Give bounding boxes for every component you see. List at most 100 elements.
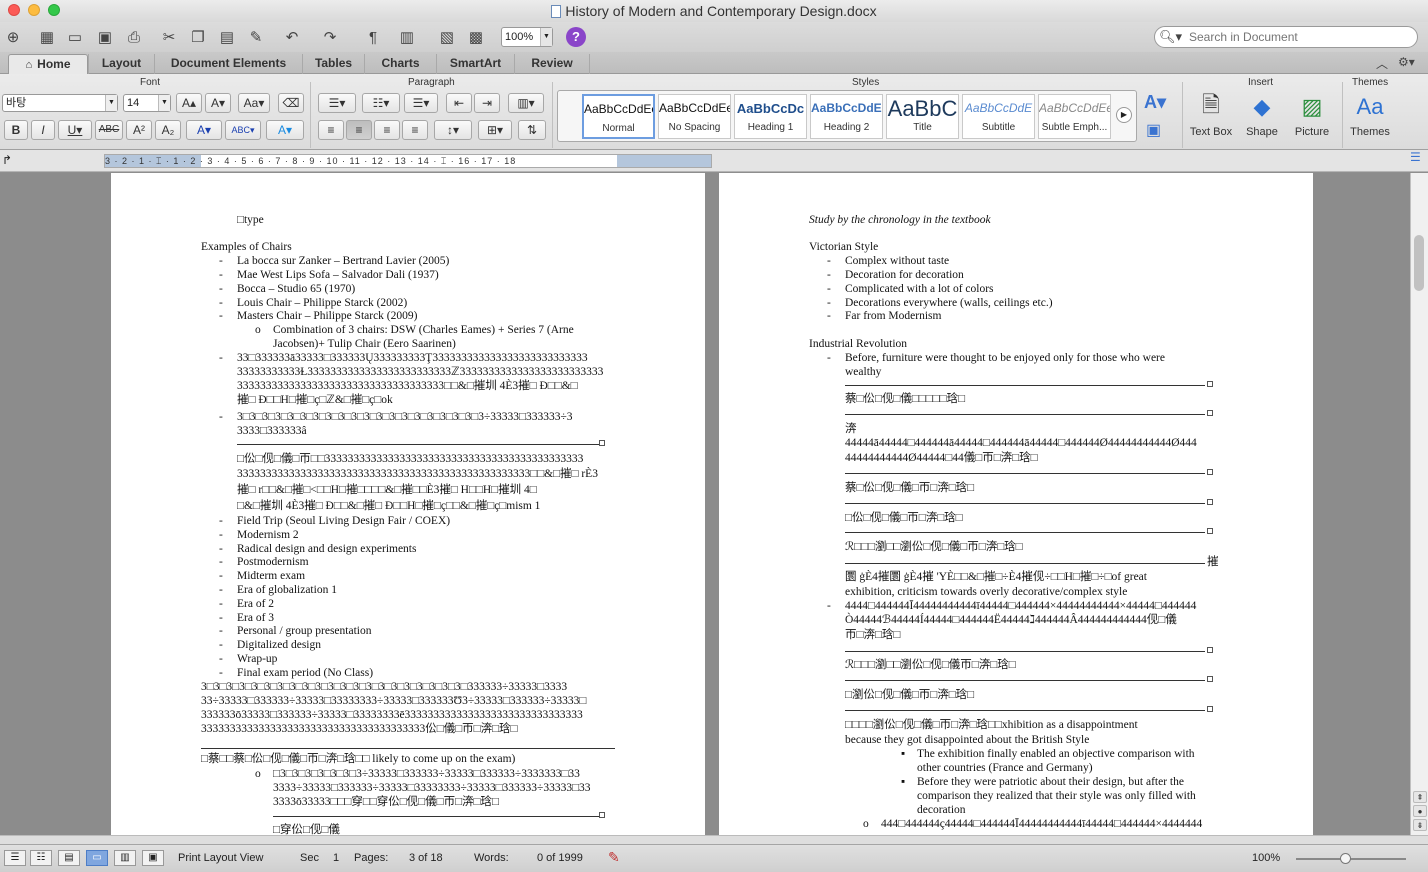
line-spacing-button[interactable]: ↕▾ [434,120,472,140]
underline-button[interactable]: U▾ [58,120,92,140]
media-browser-icon[interactable]: ▩ [465,26,487,48]
gear-icon[interactable]: ⚙▾ [1398,55,1415,69]
subscript-button[interactable]: A₂ [155,120,181,140]
horizontal-ruler[interactable]: 3 · 2 · 1 · ⌶ · 1 · 2 · 3 · 4 · 5 · 6 · … [104,154,712,168]
text-styles-icon[interactable]: A▾ [1144,92,1166,113]
text-box-button[interactable]: 🗎︎ Text Box [1188,92,1234,138]
borders-button[interactable]: ⊞▾ [478,120,512,140]
new-document-icon[interactable]: ⊕ [2,26,24,48]
tab-tables[interactable]: Tables [302,54,364,74]
italic-button[interactable]: I [31,120,55,140]
cut-icon[interactable]: ✂ [158,26,180,48]
previous-page-icon[interactable]: ⇞ [1413,791,1427,803]
group-divider [1182,82,1183,148]
clear-formatting-button[interactable]: ⌫ [278,93,304,113]
zoom-select[interactable]: 100% ▼ [501,27,553,47]
list-dash: - [219,283,223,295]
gallery-icon[interactable]: ▦ [36,26,58,48]
ruler-toggle-icon[interactable]: ☰ [1410,150,1421,164]
style-subtitle[interactable]: AaBbCcDdE Subtitle [962,94,1035,139]
help-icon[interactable]: ? [566,27,586,47]
format-painter-icon[interactable]: ✎ [245,26,267,48]
font-size-select[interactable]: 14 ▼ [123,94,171,112]
style-heading-2[interactable]: AaBbCcDdEe Heading 2 [810,94,883,139]
style-normal[interactable]: AaBbCcDdEe Normal [582,94,655,139]
view-icon[interactable]: ▧ [436,26,458,48]
sort-button[interactable]: ⇅ [518,120,546,140]
font-color-button[interactable]: A▾ [186,120,222,140]
numbering-button[interactable]: ☷▾ [362,93,400,113]
open-folder-icon[interactable]: ▭ [64,26,86,48]
zoom-slider[interactable] [1296,858,1406,860]
show-formatting-icon[interactable]: ¶ [362,26,384,48]
garbled-line: □穿伀□伣□儀 [273,824,340,835]
draft-view-button[interactable]: ☰ [4,850,26,866]
scroll-thumb[interactable] [1414,235,1424,291]
highlight-button[interactable]: ABC▾ [225,120,261,140]
redo-icon[interactable]: ↷ [319,26,341,48]
page-left[interactable]: □type Examples of Chairs - La bocca sur Z… [111,173,705,835]
list-item: Modernism 2 [237,529,299,541]
undo-icon[interactable]: ↶ [281,26,303,48]
bullets-button[interactable]: ☰▾ [318,93,356,113]
style-no-spacing[interactable]: AaBbCcDdEe No Spacing [658,94,731,139]
tab-review[interactable]: Review [514,54,590,74]
paste-icon[interactable]: ▤ [216,26,238,48]
page-right[interactable]: Study by the chronology in the textbook … [719,173,1313,835]
columns-button[interactable]: ▥▾ [508,93,544,113]
justify-button[interactable]: ≡ [402,120,428,140]
increase-indent-button[interactable]: ⇥ [474,93,500,113]
copy-icon[interactable]: ❐ [187,26,209,48]
grow-font-button[interactable]: A▴ [176,93,202,113]
print-icon[interactable]: ⎙ [123,26,145,48]
superscript-button[interactable]: A² [126,120,152,140]
style-title[interactable]: AaBbC Title [886,94,959,139]
browse-object-icon[interactable]: ● [1413,805,1427,817]
tab-smartart[interactable]: SmartArt [436,54,514,74]
notebook-view-button[interactable]: ▥ [114,850,136,866]
search-input[interactable] [1189,29,1409,45]
text-effects-button[interactable]: A▾ [266,120,304,140]
bold-button[interactable]: B [4,120,28,140]
tab-home[interactable]: ⌂ Home [8,54,88,74]
tab-document-elements[interactable]: Document Elements [154,54,302,74]
list-dash: - [219,584,223,596]
zoom-slider-handle[interactable] [1340,853,1351,864]
font-name-select[interactable]: 바탕 ▼ [2,94,118,112]
style-subtle-emphasis[interactable]: AaBbCcDdEe Subtle Emph... [1038,94,1111,139]
change-case-button[interactable]: Aa▾ [238,93,270,113]
zoom-window-button[interactable] [48,4,60,16]
shrink-font-button[interactable]: A▾ [205,93,231,113]
themes-button[interactable]: Aa Themes [1348,92,1392,138]
align-center-button[interactable]: ≡ [346,120,372,140]
align-left-button[interactable]: ≡ [318,120,344,140]
outline-view-button[interactable]: ☷ [30,850,52,866]
close-window-button[interactable] [8,4,20,16]
tab-layout[interactable]: Layout [88,54,154,74]
search-icon[interactable]: 🔍︎▾ [1159,28,1187,46]
manage-styles-icon[interactable]: ▣ [1146,120,1161,140]
multilevel-list-button[interactable]: ☰▾ [404,93,438,113]
save-icon[interactable]: ▣ [94,26,116,48]
shape-button[interactable]: ◆ Shape [1240,92,1284,138]
list-dash: - [219,269,223,281]
sidebar-icon[interactable]: ▥ [396,26,418,48]
minimize-window-button[interactable] [28,4,40,16]
tab-stop-selector-icon[interactable]: ↱ [2,153,12,167]
search-box: 🔍︎▾ [1154,26,1418,48]
strikethrough-button[interactable]: ABC [95,120,123,140]
vertical-scrollbar[interactable]: ⇞ ● ⇟ [1410,173,1428,835]
picture-button[interactable]: ▨ Picture [1290,92,1334,138]
publishing-view-button[interactable]: ▤ [58,850,80,866]
horizontal-scrollbar[interactable] [0,835,1428,844]
proofing-icon[interactable]: ✎ [608,849,620,866]
next-page-icon[interactable]: ⇟ [1413,819,1427,831]
decrease-indent-button[interactable]: ⇤ [446,93,472,113]
focus-view-button[interactable]: ▣ [142,850,164,866]
collapse-ribbon-icon[interactable]: ︿ [1376,55,1388,72]
print-layout-view-button[interactable]: ▭ [86,850,108,866]
style-heading-1[interactable]: AaBbCcDc Heading 1 [734,94,807,139]
styles-next-icon[interactable]: ▶ [1116,107,1132,123]
align-right-button[interactable]: ≡ [374,120,400,140]
tab-charts[interactable]: Charts [364,54,436,74]
